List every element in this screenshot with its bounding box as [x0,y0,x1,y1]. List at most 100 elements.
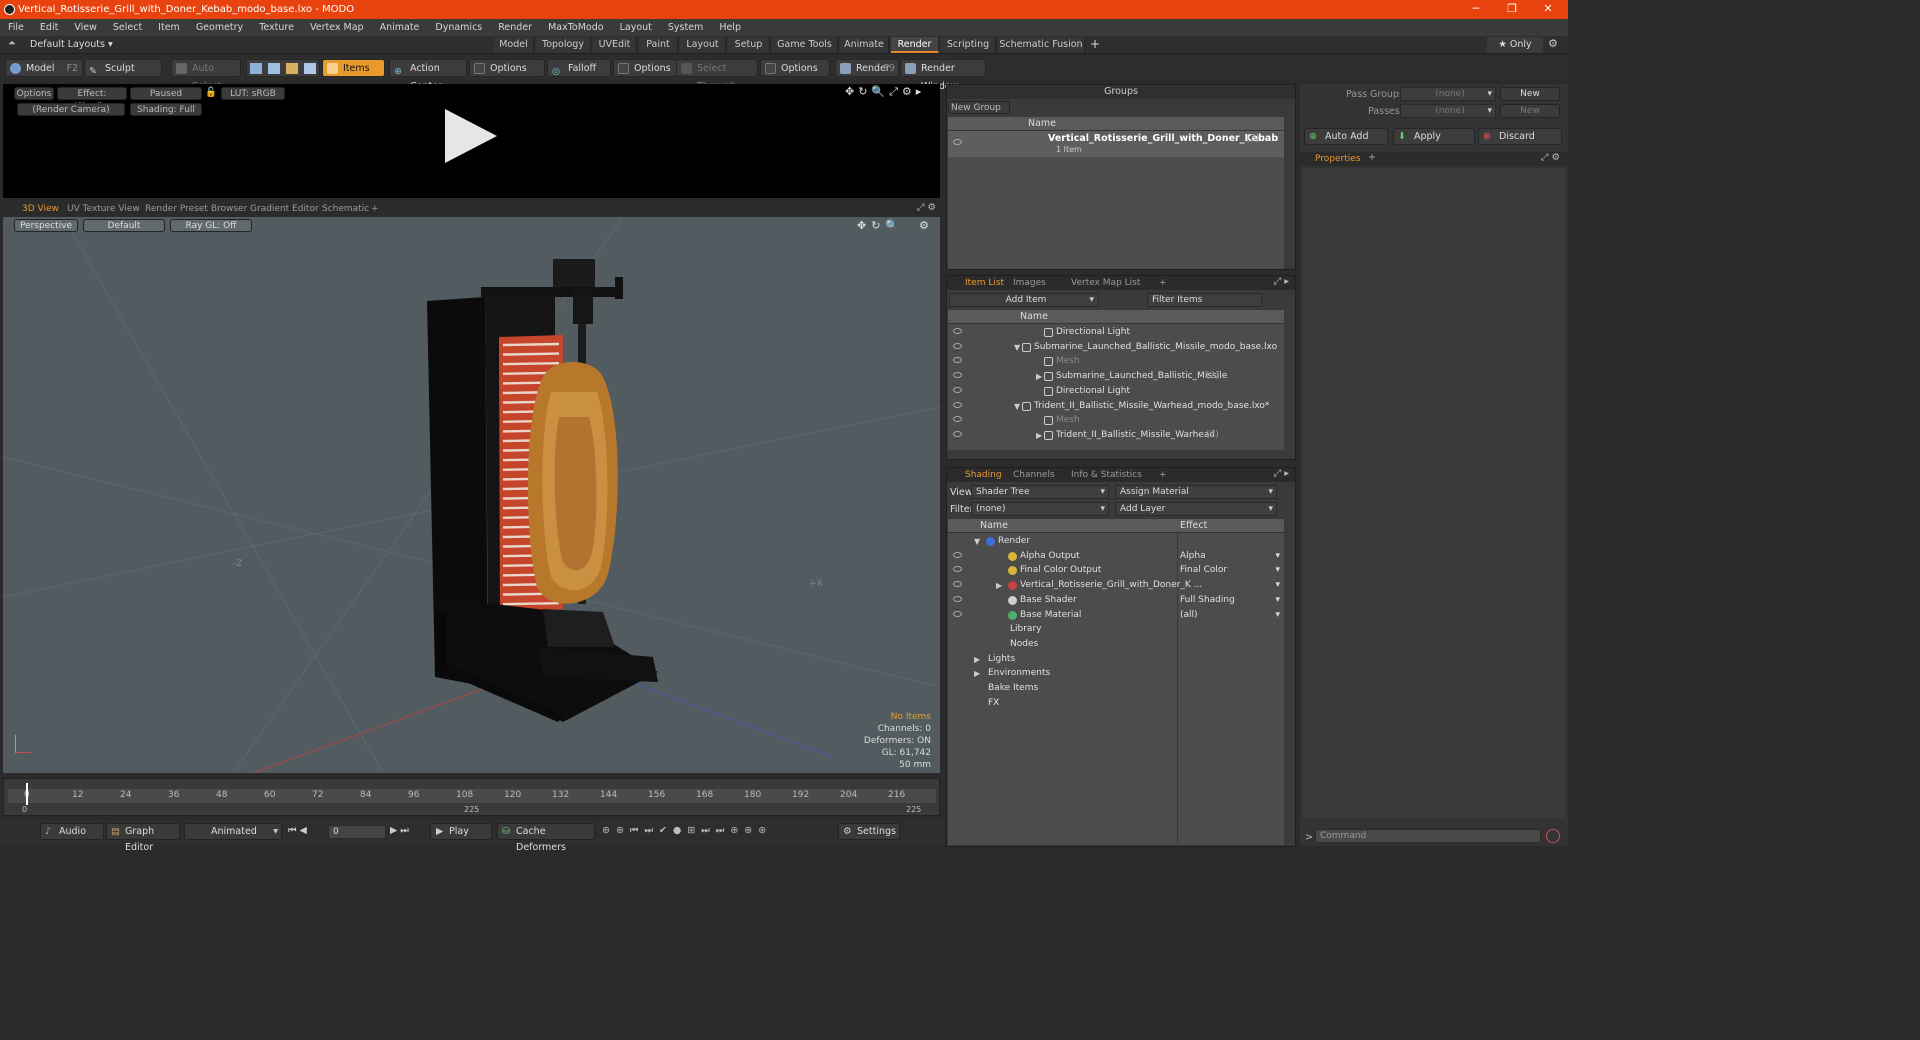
add-item-dropdown[interactable]: Add Item ▾ [949,293,1099,307]
eye-icon[interactable] [953,551,962,558]
default-layouts-dropdown[interactable]: Default Layouts ▾ [30,39,113,50]
layout-tab-topology[interactable]: Topology [536,37,591,53]
eye-icon[interactable] [953,328,962,334]
filter-items-input[interactable]: Filter Items [1147,293,1262,307]
layout-tab-schematic-fusion[interactable]: Schematic Fusion [998,37,1085,53]
shader-row[interactable]: ▶ Lights [948,652,1284,667]
tab-shading[interactable]: Shading [959,468,1008,482]
eye-icon[interactable] [953,566,962,573]
list-item[interactable]: ▼ Submarine_Launched_Ballistic_Missile_mo… [948,340,1284,355]
tab-render-preset-browser[interactable]: Render Preset Browser [139,202,253,216]
layout-tab-model[interactable]: Model [494,37,534,53]
view-expand-icons[interactable]: ⤢ ⚙ [917,202,936,213]
render-window-button[interactable]: Render Window [900,59,986,92]
maximize-button[interactable]: ❐ [1494,0,1530,19]
add-layout-button[interactable]: + [1090,37,1100,51]
eye-icon[interactable] [953,342,962,349]
polygons-mode-icon[interactable] [286,63,298,74]
graph-editor-button[interactable]: ▤ Graph Editor [106,823,180,853]
add-layer-dropdown[interactable]: Add Layer [1115,502,1277,516]
model-mode-button[interactable]: Model F2 [5,59,83,77]
eye-icon[interactable] [953,610,962,617]
new-pass-button[interactable]: New [1500,104,1560,118]
sculpt-mode-button[interactable]: ✎ Sculpt [84,59,162,77]
transport-forward-icons[interactable]: ▶⏭ [390,825,412,836]
action-center-button[interactable]: ⊕Action Center [389,59,467,92]
close-button[interactable]: ✕ [1530,0,1566,19]
preview-options-button[interactable]: Options [14,87,54,100]
menu-vertex-map[interactable]: Vertex Map [302,22,372,33]
list-item[interactable]: Directional Light [948,384,1284,399]
discard-button[interactable]: ⊗ Discard [1478,128,1562,145]
auto-add-button[interactable]: ⊕ Auto Add [1304,128,1388,145]
layout-tab-game-tools[interactable]: Game Tools [772,37,838,53]
expand-arrow-icon[interactable]: ▼ [1014,399,1020,414]
menu-select[interactable]: Select [105,22,150,33]
new-pass-group-button[interactable]: New [1500,87,1560,101]
preview-effect-dropdown[interactable]: Effect: (Shadi... [57,87,127,112]
shader-row[interactable]: ▼ Render [948,534,1284,549]
items-mode-button[interactable]: Items [322,59,385,77]
current-frame-input[interactable]: 0 [328,825,386,839]
preview-paused-button[interactable]: Paused [130,87,202,100]
settings-button[interactable]: ⚙ Settings [838,823,900,840]
shader-row[interactable]: ▶ Environments [948,666,1284,681]
layout-tab-scripting[interactable]: Scripting [941,37,996,53]
audio-button[interactable]: ♪ Audio [40,823,104,840]
materials-mode-icon[interactable] [304,63,316,74]
add-view-tab[interactable]: + [365,202,385,216]
expand-arrow-icon[interactable]: ▶ [974,652,980,667]
shader-row[interactable]: Bake Items [948,681,1284,696]
shader-row[interactable]: Final Color Output Final Color ▾ [948,563,1284,578]
menu-texture[interactable]: Texture [251,22,302,33]
pass-groups-dropdown[interactable]: (none) [1400,87,1496,101]
record-macro-icon[interactable] [1546,829,1560,843]
expand-arrow-icon[interactable]: ▼ [974,534,980,549]
menu-render[interactable]: Render [490,22,540,33]
preview-lut-dropdown[interactable]: LUT: sRGB [221,87,285,100]
effect-dropdown-icon[interactable]: ▾ [1275,549,1280,564]
tab-gradient-editor[interactable]: Gradient Editor [244,202,325,216]
shader-row[interactable]: ▶ Vertical_Rotisserie_Grill_with_Doner_K … [948,578,1284,593]
menu-system[interactable]: System [660,22,711,33]
auto-select-button[interactable]: Auto Select [171,59,241,92]
keyframe-tools-icons[interactable]: ⊛⊛⏮⏭✔●⊞⏭⏭⊛⊛⊛ [602,825,772,836]
list-item[interactable]: ▶ Submarine_Launched_Ballistic_Missile (2) [948,369,1284,384]
command-input[interactable]: Command [1315,829,1541,843]
cache-deformers-button[interactable]: ⛁ Cache Deformers [497,823,595,853]
menu-maxtomodo[interactable]: MaxToModo [540,22,612,33]
menu-layout[interactable]: Layout [612,22,660,33]
play-button[interactable]: ▶ Play [430,823,492,840]
menu-dynamics[interactable]: Dynamics [427,22,490,33]
assign-material-dropdown[interactable]: Assign Material [1115,485,1277,499]
preview-nav-icons[interactable]: ✥↻🔍⤢⚙▸ [845,85,925,99]
expand-arrow-icon[interactable]: ▶ [996,578,1002,593]
new-group-button[interactable]: New Group [948,101,1010,114]
eye-icon[interactable] [953,357,962,364]
select-options-button[interactable]: Options [760,59,830,77]
list-item[interactable]: Mesh [948,413,1284,428]
panel-expand-icons[interactable]: ⤢ ▸ [1274,276,1289,287]
eye-icon[interactable] [953,401,962,408]
list-item[interactable]: Directional Light [948,325,1284,340]
layout-tab-paint[interactable]: Paint [639,37,678,53]
timeline-playhead[interactable] [26,783,28,805]
tab-vertex-map-list[interactable]: Vertex Map List [1065,276,1146,290]
menu-geometry[interactable]: Geometry [188,22,251,33]
timeline[interactable]: 0 12 24 36 48 60 72 84 96 108 120 132 144 156 168 180 19… [3,778,940,816]
layout-tab-layout[interactable]: Layout [680,37,726,53]
eye-icon[interactable] [953,416,962,423]
preview-shading-dropdown[interactable]: Shading: Full [130,103,202,116]
only-toggle[interactable]: ★ Only [1487,37,1543,53]
layout-gear-icon[interactable]: ⚙ [1548,37,1558,50]
play-preview-icon[interactable] [445,109,497,163]
render-button[interactable]: Render F9 [835,59,899,77]
properties-expand-icons[interactable]: ⤢ ⚙ [1541,152,1560,163]
lock-icon[interactable]: 🔓 [205,87,217,98]
menu-animate[interactable]: Animate [372,22,428,33]
tab-item-list[interactable]: Item List [959,276,1011,290]
layout-tab-setup[interactable]: Setup [728,37,770,53]
expand-arrow-icon[interactable]: ▶ [1036,369,1042,384]
eye-icon[interactable] [953,139,962,145]
select-through-button[interactable]: Select Through [676,59,758,92]
